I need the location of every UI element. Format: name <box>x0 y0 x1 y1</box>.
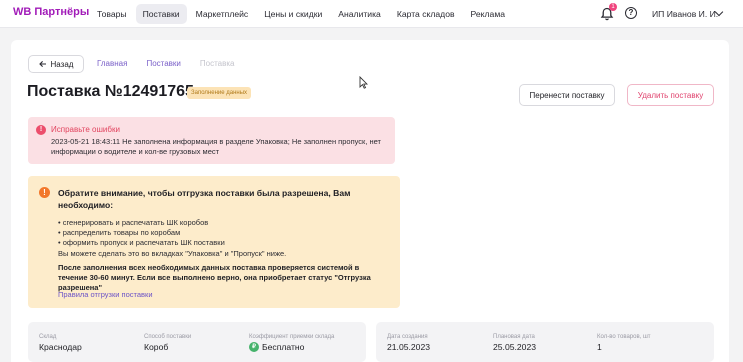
field-value: Краснодар <box>39 342 82 352</box>
breadcrumb-current: Поставка <box>199 59 235 68</box>
field-value: 1 <box>597 342 602 352</box>
field-label: Склад <box>39 334 57 340</box>
main-nav: Товары Поставки Маркетплейс Цены и скидк… <box>90 4 514 24</box>
back-button[interactable]: Назад <box>28 55 84 73</box>
error-text: 2023-05-21 18:43:11 Не заполнена информа… <box>51 137 381 156</box>
warehouse-field: Склад Краснодар <box>39 334 82 352</box>
notification-badge: 1 <box>609 3 617 11</box>
coefficient-field: Коэффициент приемки склада ₽ Бесплатно <box>249 334 334 352</box>
planned-date-field: Плановая дата 25.05.2023 <box>493 334 536 352</box>
logo[interactable]: WB Партнёры <box>13 6 89 18</box>
error-icon: ! <box>36 125 46 135</box>
list-item: оформить пропуск и распечатать ШК постав… <box>58 238 225 248</box>
list-item: сгенерировать и распечатать ШК коробов <box>58 218 225 228</box>
user-menu[interactable]: ИП Иванов И. И. <box>652 9 718 19</box>
nav-item-analytics[interactable]: Аналитика <box>331 4 388 24</box>
warning-notice: ! Обратите внимание, чтобы отгрузка пост… <box>28 176 400 308</box>
supply-info-panel: Склад Краснодар Способ поставки Короб Ко… <box>28 322 366 362</box>
error-title: Исправьте ошибки <box>51 125 120 134</box>
warning-note: Вы можете сделать это во вкладках "Упако… <box>58 249 287 258</box>
coefficient-value: Бесплатно <box>262 342 305 352</box>
back-label: Назад <box>50 59 74 69</box>
field-value: 25.05.2023 <box>493 342 537 352</box>
nav-item-prices[interactable]: Цены и скидки <box>257 4 329 24</box>
nav-item-supplies[interactable]: Поставки <box>135 4 187 24</box>
breadcrumb-supplies[interactable]: Поставки <box>146 59 180 68</box>
field-label: Кол-во товаров, шт <box>597 334 651 340</box>
items-count-field: Кол-во товаров, шт 1 <box>597 334 651 352</box>
move-supply-button[interactable]: Перенести поставку <box>519 84 615 106</box>
arrow-left-icon <box>38 61 46 67</box>
delete-supply-button[interactable]: Удалить поставку <box>627 84 714 106</box>
created-date-field: Дата создания 21.05.2023 <box>387 334 430 352</box>
field-value: 21.05.2023 <box>387 342 431 352</box>
field-label: Коэффициент приемки склада <box>249 334 335 340</box>
shipping-rules-link[interactable]: Правила отгрузки поставки <box>58 290 153 299</box>
list-item: распределить товары по коробам <box>58 228 225 238</box>
field-value: ₽ Бесплатно <box>249 342 334 352</box>
warning-heading: Обратите внимание, чтобы отгрузка постав… <box>58 188 351 210</box>
mouse-cursor-icon <box>359 76 368 89</box>
field-label: Дата создания <box>387 334 428 340</box>
breadcrumb-home[interactable]: Главная <box>97 59 127 68</box>
warning-icon: ! <box>39 187 50 198</box>
method-field: Способ поставки Короб <box>144 334 191 352</box>
nav-item-warehouse-map[interactable]: Карта складов <box>390 4 462 24</box>
breadcrumb: Главная Поставки Поставка <box>97 59 254 68</box>
page-title: Поставка №12491765 <box>27 83 194 100</box>
top-bar: WB Партнёры Товары Поставки Маркетплейс … <box>0 0 743 28</box>
warning-list: сгенерировать и распечатать ШК коробов р… <box>58 218 225 248</box>
field-value: Короб <box>144 342 169 352</box>
field-label: Плановая дата <box>493 334 535 340</box>
error-alert: ! Исправьте ошибки 2023-05-21 18:43:11 Н… <box>28 117 395 164</box>
ruble-icon: ₽ <box>249 342 259 352</box>
nav-item-ads[interactable]: Реклама <box>464 4 512 24</box>
field-label: Способ поставки <box>144 334 192 340</box>
help-icon[interactable]: ? <box>625 7 637 19</box>
warning-bold-text: После заполнения всех необходимых данных… <box>58 263 371 292</box>
supply-dates-panel: Дата создания 21.05.2023 Плановая дата 2… <box>376 322 714 362</box>
status-badge: Заполнение данных <box>187 87 252 99</box>
nav-item-products[interactable]: Товары <box>90 4 134 24</box>
nav-item-marketplace[interactable]: Маркетплейс <box>189 4 256 24</box>
